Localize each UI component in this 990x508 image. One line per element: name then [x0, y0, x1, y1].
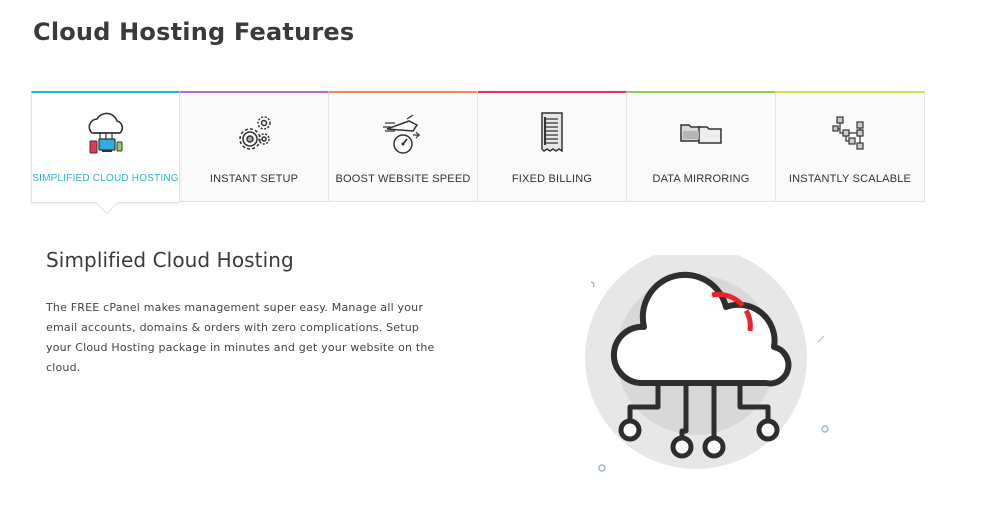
cloud-network-icon	[580, 247, 840, 480]
tab-fixed-billing[interactable]: FIXED BILLING	[478, 91, 627, 202]
folders-icon	[677, 111, 725, 157]
tab-label: INSTANTLY SCALABLE	[788, 173, 912, 185]
gears-icon	[230, 111, 278, 157]
tab-label: DATA MIRRORING	[652, 173, 750, 185]
network-nodes-icon	[826, 111, 874, 157]
tab-simplified-cloud-hosting[interactable]: SIMPLIFIED CLOUD HOSTING	[31, 91, 180, 215]
tab-label: FIXED BILLING	[511, 173, 593, 185]
feature-tabs: SIMPLIFIED CLOUD HOSTING INSTANT SETUP B…	[31, 91, 926, 215]
tab-instant-setup[interactable]: INSTANT SETUP	[180, 91, 329, 202]
tab-label: INSTANT SETUP	[209, 173, 299, 185]
tab-instantly-scalable[interactable]: INSTANTLY SCALABLE	[776, 91, 925, 202]
tab-label: BOOST WEBSITE SPEED	[335, 173, 471, 185]
decor-dot	[598, 464, 606, 472]
tab-label: SIMPLIFIED CLOUD HOSTING	[32, 173, 179, 184]
page-title: Cloud Hosting Features	[33, 18, 355, 46]
tab-data-mirroring[interactable]: DATA MIRRORING	[627, 91, 776, 202]
tab-boost-website-speed[interactable]: BOOST WEBSITE SPEED	[329, 91, 478, 202]
active-tab-pointer	[95, 191, 119, 215]
receipt-icon	[528, 111, 576, 157]
decor-dot	[817, 335, 825, 343]
decor-dot	[821, 425, 829, 433]
decor-dot	[590, 281, 595, 288]
cloud-devices-icon	[82, 111, 130, 157]
feature-title: Simplified Cloud Hosting	[46, 248, 294, 272]
feature-description: The FREE cPanel makes management super e…	[46, 301, 435, 374]
speedometer-icon	[379, 111, 427, 157]
